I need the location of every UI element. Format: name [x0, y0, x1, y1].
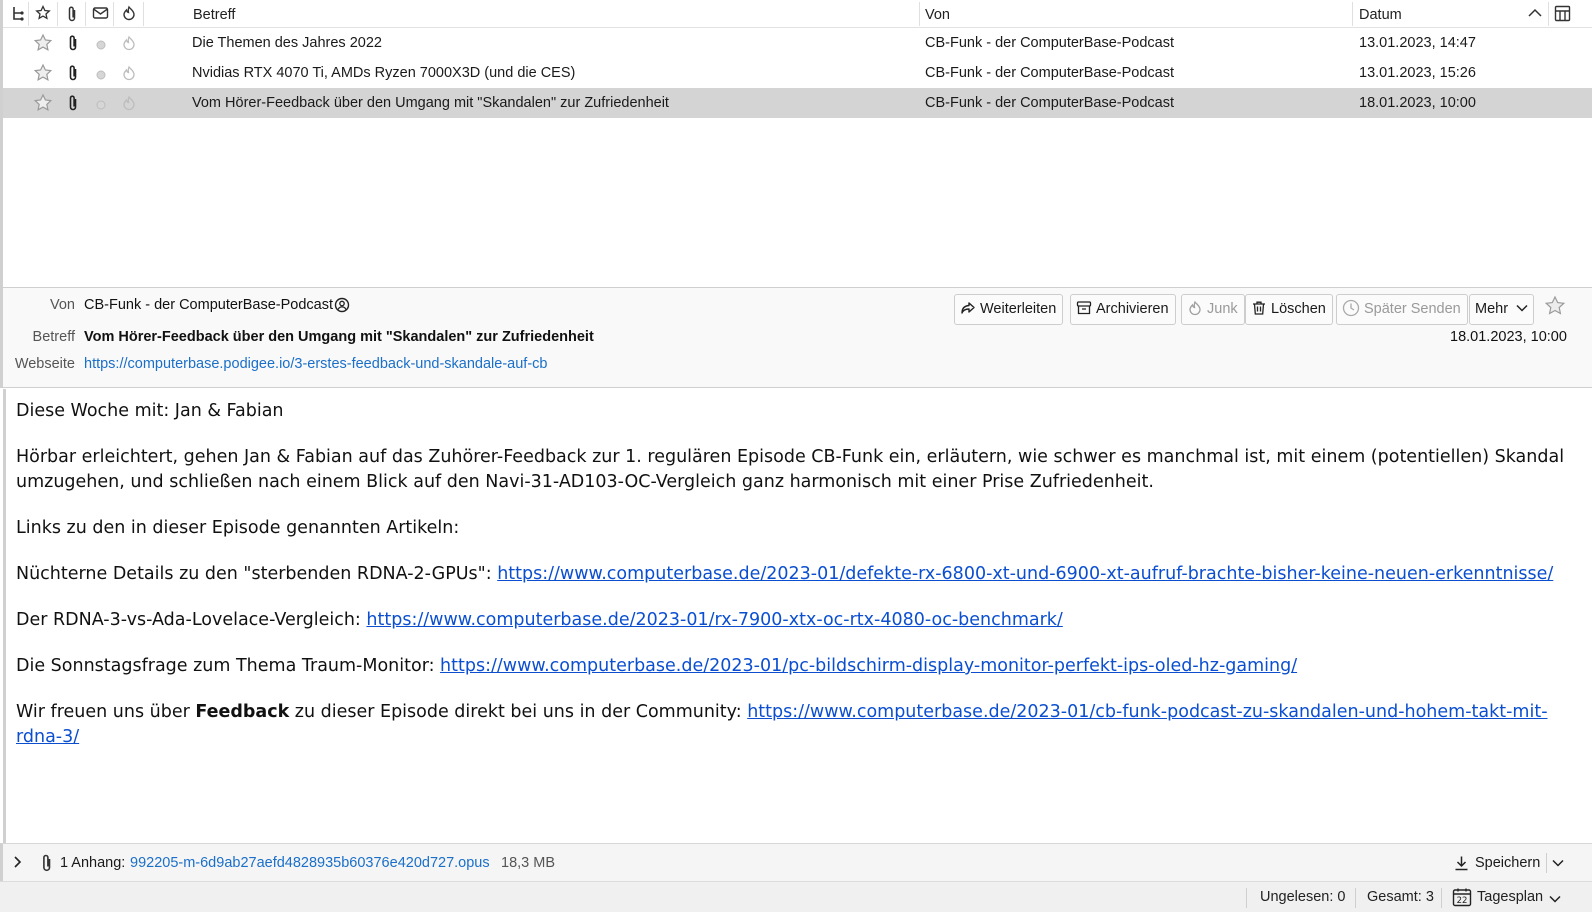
- download-icon[interactable]: [1454, 855, 1469, 875]
- from-value[interactable]: CB-Funk - der ComputerBase-Podcast: [84, 297, 333, 313]
- message-row[interactable]: Vom Hörer-Feedback über den Umgang mit "…: [3, 88, 1592, 118]
- forward-label: Weiterleiten: [980, 301, 1057, 317]
- read-status-dot-icon[interactable]: [96, 68, 106, 84]
- attachment-filename[interactable]: 992205-m-6d9ab27aefd4828935b60376e420d72…: [130, 844, 490, 882]
- star-column-icon[interactable]: [35, 4, 51, 25]
- trash-icon: [1253, 301, 1265, 315]
- message-from: CB-Funk - der ComputerBase-Podcast: [925, 95, 1175, 111]
- chevron-down-icon[interactable]: [1548, 892, 1562, 908]
- contact-icon[interactable]: [334, 297, 350, 317]
- link-1-label: Nüchterne Details zu den "sterbenden RDN…: [16, 564, 498, 584]
- star-icon[interactable]: [33, 33, 53, 57]
- read-status-column-icon[interactable]: [92, 5, 109, 25]
- message-row[interactable]: Die Themen des Jahres 2022 CB-Funk - der …: [3, 28, 1592, 58]
- junk-icon[interactable]: [121, 65, 137, 85]
- unread-count: Ungelesen: 0: [1260, 889, 1346, 905]
- more-label: Mehr: [1475, 301, 1509, 317]
- junk-icon[interactable]: [121, 95, 137, 115]
- message-subject: Die Themen des Jahres 2022: [192, 35, 382, 51]
- link-3[interactable]: https://www.computerbase.de/2023-01/pc-b…: [440, 656, 1297, 676]
- links-heading: Links zu den in dieser Episode genannten…: [16, 518, 460, 538]
- message-list-header: Betreff Von Datum: [3, 0, 1592, 28]
- star-icon[interactable]: [33, 93, 53, 117]
- feedback-bold: Feedback: [195, 702, 290, 722]
- link-paragraph-1: Nüchterne Details zu den "sterbenden RDN…: [16, 562, 1582, 587]
- message-date: 13.01.2023, 15:26: [1359, 65, 1476, 81]
- message-row[interactable]: Nvidias RTX 4070 Ti, AMDs Ryzen 7000X3D …: [3, 58, 1592, 88]
- agenda-button[interactable]: Tagesplan: [1477, 882, 1543, 912]
- forward-button[interactable]: Weiterleiten: [954, 294, 1064, 325]
- junk-button[interactable]: Junk: [1181, 294, 1245, 325]
- message-header: Von CB-Funk - der ComputerBase-Podcast W…: [0, 287, 1592, 388]
- message-date: 18.01.2023, 10:00: [1359, 95, 1476, 111]
- archive-button[interactable]: Archivieren: [1070, 294, 1176, 325]
- forward-icon: [961, 301, 975, 314]
- column-picker-icon[interactable]: [1554, 5, 1571, 26]
- column-subject[interactable]: Betreff: [193, 0, 235, 28]
- feedback-post: zu dieser Episode direkt bei uns in der …: [289, 702, 748, 722]
- save-button[interactable]: Speichern: [1475, 844, 1540, 882]
- message-subject: Nvidias RTX 4070 Ti, AMDs Ryzen 7000X3D …: [192, 65, 576, 81]
- junk-icon: [1189, 300, 1201, 315]
- status-bar: Ungelesen: 0 Gesamt: 3 22 Tagesplan: [0, 881, 1592, 912]
- chevron-down-icon: [1516, 304, 1528, 312]
- column-from[interactable]: Von: [925, 0, 950, 28]
- message-date: 13.01.2023, 14:47: [1359, 35, 1476, 51]
- attachment-bar: 1 Anhang: 992205-m-6d9ab27aefd4828935b60…: [0, 843, 1592, 881]
- archive-label: Archivieren: [1096, 301, 1169, 317]
- calendar-day: 22: [1457, 896, 1468, 906]
- column-date[interactable]: Datum: [1359, 0, 1402, 28]
- total-count: Gesamt: 3: [1367, 889, 1434, 905]
- clock-icon: [1342, 299, 1360, 316]
- subject-value: Vom Hörer-Feedback über den Umgang mit "…: [84, 329, 594, 345]
- body-intro: Diese Woche mit: Jan & Fabian: [16, 401, 284, 421]
- message-from: CB-Funk - der ComputerBase-Podcast: [925, 35, 1175, 51]
- message-from: CB-Funk - der ComputerBase-Podcast: [925, 65, 1175, 81]
- link-paragraph-2: Der RDNA-3-vs-Ada-Lovelace-Vergleich: ht…: [16, 608, 1582, 633]
- attachment-icon: [67, 94, 79, 116]
- link-paragraph-3: Die Sonnstagsfrage zum Thema Traum-Monit…: [16, 654, 1582, 679]
- attachment-icon: [67, 34, 79, 56]
- junk-column-icon[interactable]: [121, 5, 137, 25]
- website-link[interactable]: https://computerbase.podigee.io/3-erstes…: [84, 356, 547, 372]
- link-2-label: Der RDNA-3-vs-Ada-Lovelace-Vergleich:: [16, 610, 367, 630]
- archive-icon: [1076, 301, 1092, 314]
- message-body: Diese Woche mit: Jan & Fabian Hörbar erl…: [3, 389, 1592, 843]
- read-status-dot-icon[interactable]: [96, 38, 106, 54]
- attachment-count: 1 Anhang:: [60, 855, 126, 871]
- junk-label: Junk: [1207, 301, 1238, 317]
- feedback-paragraph: Wir freuen uns über Feedback zu dieser E…: [16, 700, 1582, 750]
- sort-ascending-icon[interactable]: [1527, 6, 1543, 24]
- feedback-pre: Wir freuen uns über: [16, 702, 196, 722]
- website-label: Webseite: [14, 356, 75, 372]
- attachment-column-icon[interactable]: [66, 5, 78, 27]
- send-later-button[interactable]: Später Senden: [1336, 294, 1468, 325]
- calendar-icon[interactable]: 22: [1452, 887, 1472, 911]
- message-date: 18.01.2023, 10:00: [1450, 329, 1567, 345]
- from-label: Von: [50, 297, 75, 313]
- delete-label: Löschen: [1271, 301, 1326, 317]
- chevron-right-icon[interactable]: [12, 855, 24, 873]
- link-3-label: Die Sonnstagsfrage zum Thema Traum-Monit…: [16, 656, 441, 676]
- delete-button[interactable]: Löschen: [1245, 294, 1333, 325]
- send-later-label: Später Senden: [1364, 301, 1461, 317]
- attachment-size: 18,3 MB: [501, 855, 555, 871]
- message-list: Betreff Von Datum Die Themen des Jahres …: [0, 0, 1592, 287]
- chevron-down-icon[interactable]: [1551, 856, 1565, 872]
- attachment-icon: [67, 64, 79, 86]
- read-status-dot-icon[interactable]: [96, 98, 106, 114]
- junk-icon[interactable]: [121, 35, 137, 55]
- link-1[interactable]: https://www.computerbase.de/2023-01/defe…: [497, 564, 1553, 584]
- attachment-icon: [40, 853, 54, 877]
- thread-column-icon[interactable]: [11, 6, 25, 26]
- subject-label: Betreff: [32, 329, 75, 345]
- star-icon[interactable]: [1544, 295, 1566, 321]
- link-2[interactable]: https://www.computerbase.de/2023-01/rx-7…: [366, 610, 1062, 630]
- star-icon[interactable]: [33, 63, 53, 87]
- more-button[interactable]: Mehr: [1469, 294, 1535, 325]
- message-subject: Vom Hörer-Feedback über den Umgang mit "…: [192, 95, 669, 111]
- body-paragraph: Hörbar erleichtert, gehen Jan & Fabian a…: [16, 447, 1565, 492]
